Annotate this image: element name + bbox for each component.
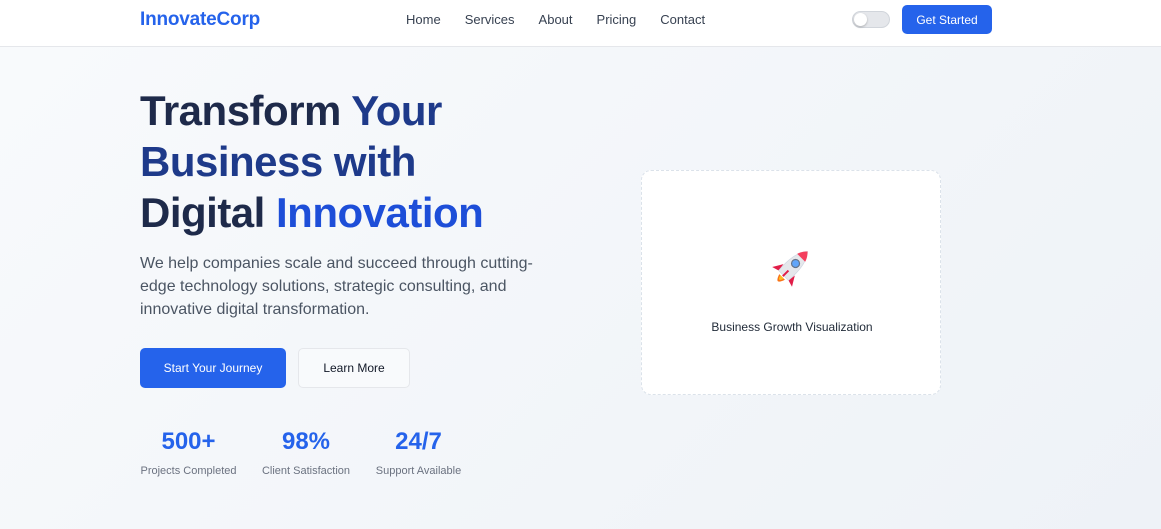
stat-label: Projects Completed	[140, 465, 237, 477]
nav-home[interactable]: Home	[406, 13, 441, 27]
learn-more-button[interactable]: Learn More	[298, 348, 410, 388]
stat-value: 24/7	[395, 428, 442, 455]
hero-title-line-2: Business with	[140, 136, 560, 187]
stat-label: Client Satisfaction	[261, 465, 351, 477]
hero-section: Transform Your Business with Digital Inn…	[0, 47, 1161, 529]
nav-contact[interactable]: Contact	[660, 13, 705, 27]
hero-title: Transform Your Business with Digital Inn…	[140, 85, 560, 238]
stat-satisfaction: 98% Client Satisfaction	[261, 427, 351, 477]
start-journey-button[interactable]: Start Your Journey	[140, 348, 286, 388]
stat-label: Support Available	[375, 465, 462, 477]
hero-title-line-3: Digital Innovation	[140, 187, 560, 238]
hero-title-line-1: Transform Your	[140, 85, 560, 136]
rocket-icon	[772, 251, 808, 287]
nav-pricing[interactable]: Pricing	[597, 13, 637, 27]
hero-subtitle: We help companies scale and succeed thro…	[140, 255, 533, 318]
theme-toggle[interactable]	[852, 11, 890, 28]
logo[interactable]: InnovateCorp	[140, 9, 260, 31]
stat-projects: 500+ Projects Completed	[140, 427, 237, 477]
site-header: InnovateCorp Home Services About Pricing…	[0, 0, 1161, 47]
hero-title-line-1-dark: Transform	[140, 87, 352, 134]
stat-value: 500+	[161, 428, 216, 455]
main-nav: Home Services About Pricing Contact	[406, 13, 729, 27]
toggle-knob	[854, 13, 867, 26]
growth-visual-card: Business Growth Visualization	[641, 170, 941, 395]
get-started-button[interactable]: Get Started	[902, 5, 992, 34]
nav-about[interactable]: About	[539, 13, 573, 27]
hero-title-line-2-accent: Business with	[140, 138, 416, 185]
hero-title-line-3-accent: Innovation	[276, 189, 484, 236]
stat-value: 98%	[281, 428, 331, 455]
nav-services[interactable]: Services	[465, 13, 515, 27]
hero-title-line-3-dark: Digital	[140, 189, 277, 236]
stat-support: 24/7 Support Available	[375, 427, 462, 477]
hero-title-line-1-accent: Your	[351, 87, 442, 134]
visual-caption: Business Growth Visualization	[711, 320, 873, 334]
